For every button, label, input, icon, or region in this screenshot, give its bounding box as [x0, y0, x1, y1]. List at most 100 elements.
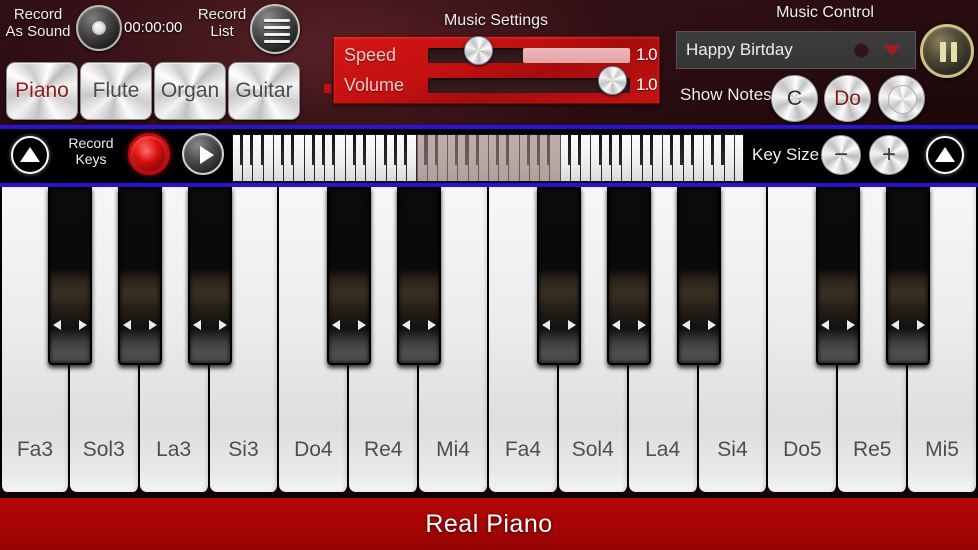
show-notes-mode-c[interactable]: C — [771, 75, 818, 122]
instrument-label: Flute — [92, 79, 140, 102]
key-size-decrease-button[interactable]: − — [821, 135, 861, 175]
circle-icon — [854, 42, 869, 58]
show-notes-mode-do[interactable]: Do — [824, 75, 871, 122]
show-notes-label: Show Notes — [680, 85, 772, 104]
overview-white-key — [734, 135, 743, 181]
speed-slider-knob[interactable] — [464, 36, 493, 65]
song-select-dropdown[interactable]: Happy Birtday — [676, 31, 916, 69]
key-accent-right — [148, 320, 157, 330]
piano-key-label: Fa3 — [16, 438, 54, 461]
key-accent-left — [332, 320, 341, 330]
record-list-label-line1: Record — [197, 6, 247, 23]
record-keys-label: Record Keys — [60, 135, 122, 167]
piano-key-label: Si3 — [228, 438, 259, 461]
plus-icon: + — [881, 141, 896, 168]
show-notes-mode-label: C — [786, 86, 803, 110]
minus-icon: − — [833, 141, 848, 168]
piano-key-label: Do4 — [294, 438, 333, 461]
instrument-label: Organ — [160, 79, 220, 102]
piano-black-key[interactable] — [816, 187, 861, 365]
music-control-title: Music Control — [776, 4, 874, 21]
record-keys-label-line2: Keys — [75, 151, 107, 167]
key-accent-right — [637, 320, 646, 330]
instrument-label: Piano — [15, 79, 69, 102]
instrument-button-piano[interactable]: Piano — [6, 62, 78, 120]
keyboard-overview-viewport[interactable] — [417, 135, 561, 181]
piano-black-key[interactable] — [536, 187, 581, 365]
key-accent-left — [52, 320, 61, 330]
record-as-sound-label-line1: Record — [13, 6, 63, 23]
instrument-label: Guitar — [235, 79, 293, 102]
play-keys-button[interactable] — [182, 133, 224, 175]
piano-key-label: Re4 — [363, 438, 403, 461]
scroll-left-button[interactable] — [11, 136, 49, 174]
pause-icon-bar-left — [940, 42, 946, 62]
piano-black-key[interactable] — [327, 187, 372, 365]
volume-slider-label: Volume — [344, 75, 405, 95]
key-accent-right — [358, 320, 367, 330]
piano-black-key[interactable] — [397, 187, 442, 365]
music-settings-marker — [324, 84, 331, 93]
key-accent-right — [707, 320, 716, 330]
piano-black-key[interactable] — [676, 187, 721, 365]
pause-icon-bar-right — [951, 42, 957, 62]
speed-slider-track[interactable] — [428, 48, 630, 63]
record-as-sound-label: Record As Sound — [2, 6, 74, 40]
music-settings-panel: Speed 1.0 Volume 1.0 — [333, 36, 660, 104]
piano-key-label: Sol3 — [82, 438, 125, 461]
piano-black-key[interactable] — [187, 187, 232, 365]
key-accent-left — [611, 320, 620, 330]
piano-app-window: Record As Sound 00:00:00 Record List Pia… — [0, 0, 978, 550]
key-accent-left — [821, 320, 830, 330]
piano-key-label: Si4 — [717, 438, 748, 461]
instrument-button-flute[interactable]: Flute — [80, 62, 152, 120]
key-accent-left — [192, 320, 201, 330]
piano-key-label: Sol4 — [571, 438, 614, 461]
song-select-value: Happy Birtday — [686, 40, 793, 59]
record-as-sound-label-line2: As Sound — [5, 23, 71, 40]
piano-key-label: La4 — [645, 438, 681, 461]
record-keys-button[interactable] — [128, 133, 170, 175]
overview-white-key — [724, 135, 735, 181]
scroll-right-button[interactable] — [926, 136, 964, 174]
overview-white-key — [407, 135, 418, 181]
speed-slider-row: Speed 1.0 — [342, 36, 658, 67]
key-accent-left — [402, 320, 411, 330]
record-as-sound-button[interactable] — [76, 5, 122, 51]
instrument-button-organ[interactable]: Organ — [154, 62, 226, 120]
show-notes-mode-label: Do — [834, 86, 861, 110]
record-list-button[interactable] — [250, 4, 300, 54]
key-size-increase-button[interactable]: + — [869, 135, 909, 175]
piano-key-label: Mi4 — [436, 438, 470, 461]
keyboard-toolbar: Record Keys Key Size − + — [0, 125, 978, 187]
overview-white-key — [622, 135, 633, 181]
key-accent-left — [891, 320, 900, 330]
key-accent-right — [428, 320, 437, 330]
key-accent-right — [78, 320, 87, 330]
pause-button[interactable] — [920, 24, 974, 78]
music-settings-title: Music Settings — [443, 12, 549, 29]
top-control-bar: Record As Sound 00:00:00 Record List Pia… — [0, 0, 978, 125]
piano-key-label: La3 — [156, 438, 192, 461]
overview-white-key — [693, 135, 705, 181]
recording-timer: 00:00:00 — [124, 19, 183, 36]
overview-white-key — [335, 135, 346, 181]
volume-slider-row: Volume 1.0 — [342, 66, 658, 97]
keyboard-overview[interactable] — [232, 134, 744, 182]
footer-banner: Real Piano — [0, 498, 978, 550]
speed-slider-fill — [522, 48, 630, 63]
overview-white-key — [652, 135, 664, 181]
overview-white-key — [294, 135, 305, 181]
key-accent-right — [847, 320, 856, 330]
piano-key-label: Mi5 — [925, 438, 959, 461]
piano-black-key[interactable] — [47, 187, 92, 365]
piano-black-key[interactable] — [606, 187, 651, 365]
piano-black-key[interactable] — [117, 187, 162, 365]
show-notes-mode-off[interactable] — [878, 75, 925, 122]
instrument-button-guitar[interactable]: Guitar — [228, 62, 300, 120]
volume-slider-knob[interactable] — [598, 66, 627, 95]
piano-key-label: Re5 — [852, 438, 892, 461]
piano-key-label: Do5 — [783, 438, 822, 461]
piano-black-key[interactable] — [886, 187, 931, 365]
key-accent-left — [681, 320, 690, 330]
